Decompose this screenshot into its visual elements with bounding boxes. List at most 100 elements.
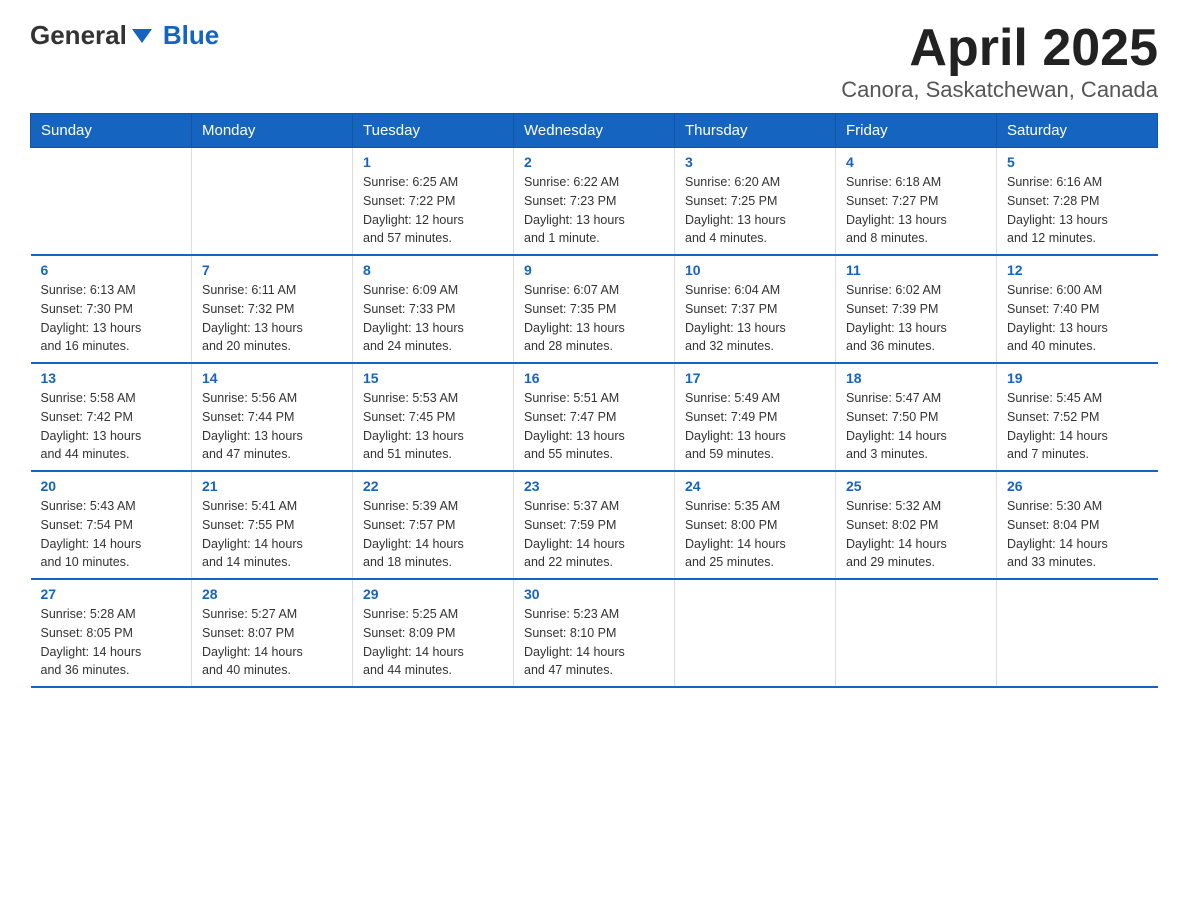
day-info: Sunrise: 5:25 AM Sunset: 8:09 PM Dayligh…: [363, 605, 503, 680]
header-tuesday: Tuesday: [353, 114, 514, 148]
calendar-cell: 1Sunrise: 6:25 AM Sunset: 7:22 PM Daylig…: [353, 148, 514, 256]
calendar-header-row: SundayMondayTuesdayWednesdayThursdayFrid…: [31, 114, 1158, 148]
calendar-cell: 27 Sunrise: 5:28 AM Sunset: 8:05 PM Dayli…: [31, 579, 192, 687]
day-info: Sunrise: 5:23 AM Sunset: 8:10 PM Dayligh…: [524, 605, 664, 680]
day-info: Sunrise: 6:18 AM Sunset: 7:27 PM Dayligh…: [846, 173, 986, 248]
calendar-cell: 12 Sunrise: 6:00 AM Sunset: 7:40 PM Dayli…: [997, 255, 1158, 363]
calendar-cell: [192, 148, 353, 256]
day-number: 17: [685, 370, 825, 386]
day-number: 1: [363, 154, 503, 170]
week-row-2: 6 Sunrise: 6:13 AM Sunset: 7:30 PM Daylig…: [31, 255, 1158, 363]
day-number: 22: [363, 478, 503, 494]
day-info: Sunrise: 5:53 AM Sunset: 7:45 PM Dayligh…: [363, 389, 503, 464]
day-info: Sunrise: 5:43 AM Sunset: 7:54 PM Dayligh…: [41, 497, 182, 572]
day-number: 4: [846, 154, 986, 170]
calendar-cell: 5 Sunrise: 6:16 AM Sunset: 7:28 PM Daylig…: [997, 148, 1158, 256]
calendar-cell: 6 Sunrise: 6:13 AM Sunset: 7:30 PM Daylig…: [31, 255, 192, 363]
day-number: 13: [41, 370, 182, 386]
day-number: 8: [363, 262, 503, 278]
day-number: 27: [41, 586, 182, 602]
week-row-4: 20 Sunrise: 5:43 AM Sunset: 7:54 PM Dayli…: [31, 471, 1158, 579]
calendar-cell: 26 Sunrise: 5:30 AM Sunset: 8:04 PM Dayli…: [997, 471, 1158, 579]
calendar-cell: 28 Sunrise: 5:27 AM Sunset: 8:07 PM Dayli…: [192, 579, 353, 687]
logo: General Blue: [30, 20, 219, 51]
day-number: 21: [202, 478, 342, 494]
calendar-cell: 30Sunrise: 5:23 AM Sunset: 8:10 PM Dayli…: [514, 579, 675, 687]
day-info: Sunrise: 6:11 AM Sunset: 7:32 PM Dayligh…: [202, 281, 342, 356]
logo-blue: Blue: [163, 20, 219, 51]
calendar-cell: 7 Sunrise: 6:11 AM Sunset: 7:32 PM Daylig…: [192, 255, 353, 363]
day-number: 14: [202, 370, 342, 386]
day-number: 29: [363, 586, 503, 602]
day-info: Sunrise: 6:16 AM Sunset: 7:28 PM Dayligh…: [1007, 173, 1148, 248]
day-number: 24: [685, 478, 825, 494]
header-sunday: Sunday: [31, 114, 192, 148]
header-saturday: Saturday: [997, 114, 1158, 148]
header-friday: Friday: [836, 114, 997, 148]
day-number: 25: [846, 478, 986, 494]
day-info: Sunrise: 6:22 AM Sunset: 7:23 PM Dayligh…: [524, 173, 664, 248]
calendar-cell: 2 Sunrise: 6:22 AM Sunset: 7:23 PM Daylig…: [514, 148, 675, 256]
day-info: Sunrise: 6:00 AM Sunset: 7:40 PM Dayligh…: [1007, 281, 1148, 356]
day-number: 16: [524, 370, 664, 386]
calendar-cell: 18 Sunrise: 5:47 AM Sunset: 7:50 PM Dayli…: [836, 363, 997, 471]
day-info: Sunrise: 5:39 AM Sunset: 7:57 PM Dayligh…: [363, 497, 503, 572]
day-info: Sunrise: 5:45 AM Sunset: 7:52 PM Dayligh…: [1007, 389, 1148, 464]
day-info: Sunrise: 5:28 AM Sunset: 8:05 PM Dayligh…: [41, 605, 182, 680]
day-number: 28: [202, 586, 342, 602]
calendar-cell: [675, 579, 836, 687]
day-number: 18: [846, 370, 986, 386]
day-info: Sunrise: 5:35 AM Sunset: 8:00 PM Dayligh…: [685, 497, 825, 572]
calendar-cell: 15 Sunrise: 5:53 AM Sunset: 7:45 PM Dayli…: [353, 363, 514, 471]
day-number: 2: [524, 154, 664, 170]
day-number: 10: [685, 262, 825, 278]
day-number: 5: [1007, 154, 1148, 170]
day-number: 19: [1007, 370, 1148, 386]
week-row-1: 1Sunrise: 6:25 AM Sunset: 7:22 PM Daylig…: [31, 148, 1158, 256]
header-thursday: Thursday: [675, 114, 836, 148]
calendar-cell: [836, 579, 997, 687]
day-info: Sunrise: 5:27 AM Sunset: 8:07 PM Dayligh…: [202, 605, 342, 680]
calendar-cell: [997, 579, 1158, 687]
day-number: 26: [1007, 478, 1148, 494]
day-info: Sunrise: 5:41 AM Sunset: 7:55 PM Dayligh…: [202, 497, 342, 572]
day-number: 23: [524, 478, 664, 494]
calendar-cell: 17 Sunrise: 5:49 AM Sunset: 7:49 PM Dayli…: [675, 363, 836, 471]
day-info: Sunrise: 6:04 AM Sunset: 7:37 PM Dayligh…: [685, 281, 825, 356]
day-number: 7: [202, 262, 342, 278]
page-subtitle: Canora, Saskatchewan, Canada: [841, 77, 1158, 103]
day-number: 6: [41, 262, 182, 278]
day-info: Sunrise: 5:47 AM Sunset: 7:50 PM Dayligh…: [846, 389, 986, 464]
calendar-cell: 13 Sunrise: 5:58 AM Sunset: 7:42 PM Dayli…: [31, 363, 192, 471]
logo-general: General: [30, 20, 127, 51]
calendar-cell: 24 Sunrise: 5:35 AM Sunset: 8:00 PM Dayli…: [675, 471, 836, 579]
calendar-cell: 11Sunrise: 6:02 AM Sunset: 7:39 PM Dayli…: [836, 255, 997, 363]
calendar-cell: 10 Sunrise: 6:04 AM Sunset: 7:37 PM Dayli…: [675, 255, 836, 363]
day-info: Sunrise: 6:07 AM Sunset: 7:35 PM Dayligh…: [524, 281, 664, 356]
title-block: April 2025 Canora, Saskatchewan, Canada: [841, 20, 1158, 103]
day-info: Sunrise: 5:32 AM Sunset: 8:02 PM Dayligh…: [846, 497, 986, 572]
calendar-cell: 22 Sunrise: 5:39 AM Sunset: 7:57 PM Dayli…: [353, 471, 514, 579]
day-number: 20: [41, 478, 182, 494]
day-info: Sunrise: 5:58 AM Sunset: 7:42 PM Dayligh…: [41, 389, 182, 464]
calendar-cell: 19 Sunrise: 5:45 AM Sunset: 7:52 PM Dayli…: [997, 363, 1158, 471]
calendar-cell: [31, 148, 192, 256]
day-info: Sunrise: 5:51 AM Sunset: 7:47 PM Dayligh…: [524, 389, 664, 464]
day-info: Sunrise: 5:49 AM Sunset: 7:49 PM Dayligh…: [685, 389, 825, 464]
day-number: 15: [363, 370, 503, 386]
calendar-cell: 9Sunrise: 6:07 AM Sunset: 7:35 PM Daylig…: [514, 255, 675, 363]
calendar-cell: 21 Sunrise: 5:41 AM Sunset: 7:55 PM Dayli…: [192, 471, 353, 579]
calendar-cell: 3Sunrise: 6:20 AM Sunset: 7:25 PM Daylig…: [675, 148, 836, 256]
page-title: April 2025: [841, 20, 1158, 77]
day-info: Sunrise: 5:30 AM Sunset: 8:04 PM Dayligh…: [1007, 497, 1148, 572]
day-number: 12: [1007, 262, 1148, 278]
day-info: Sunrise: 5:56 AM Sunset: 7:44 PM Dayligh…: [202, 389, 342, 464]
header-monday: Monday: [192, 114, 353, 148]
calendar-cell: 8 Sunrise: 6:09 AM Sunset: 7:33 PM Daylig…: [353, 255, 514, 363]
calendar-cell: 20 Sunrise: 5:43 AM Sunset: 7:54 PM Dayli…: [31, 471, 192, 579]
logo-icon: [127, 21, 157, 51]
week-row-5: 27 Sunrise: 5:28 AM Sunset: 8:05 PM Dayli…: [31, 579, 1158, 687]
day-info: Sunrise: 6:13 AM Sunset: 7:30 PM Dayligh…: [41, 281, 182, 356]
day-info: Sunrise: 6:09 AM Sunset: 7:33 PM Dayligh…: [363, 281, 503, 356]
calendar-cell: 23Sunrise: 5:37 AM Sunset: 7:59 PM Dayli…: [514, 471, 675, 579]
